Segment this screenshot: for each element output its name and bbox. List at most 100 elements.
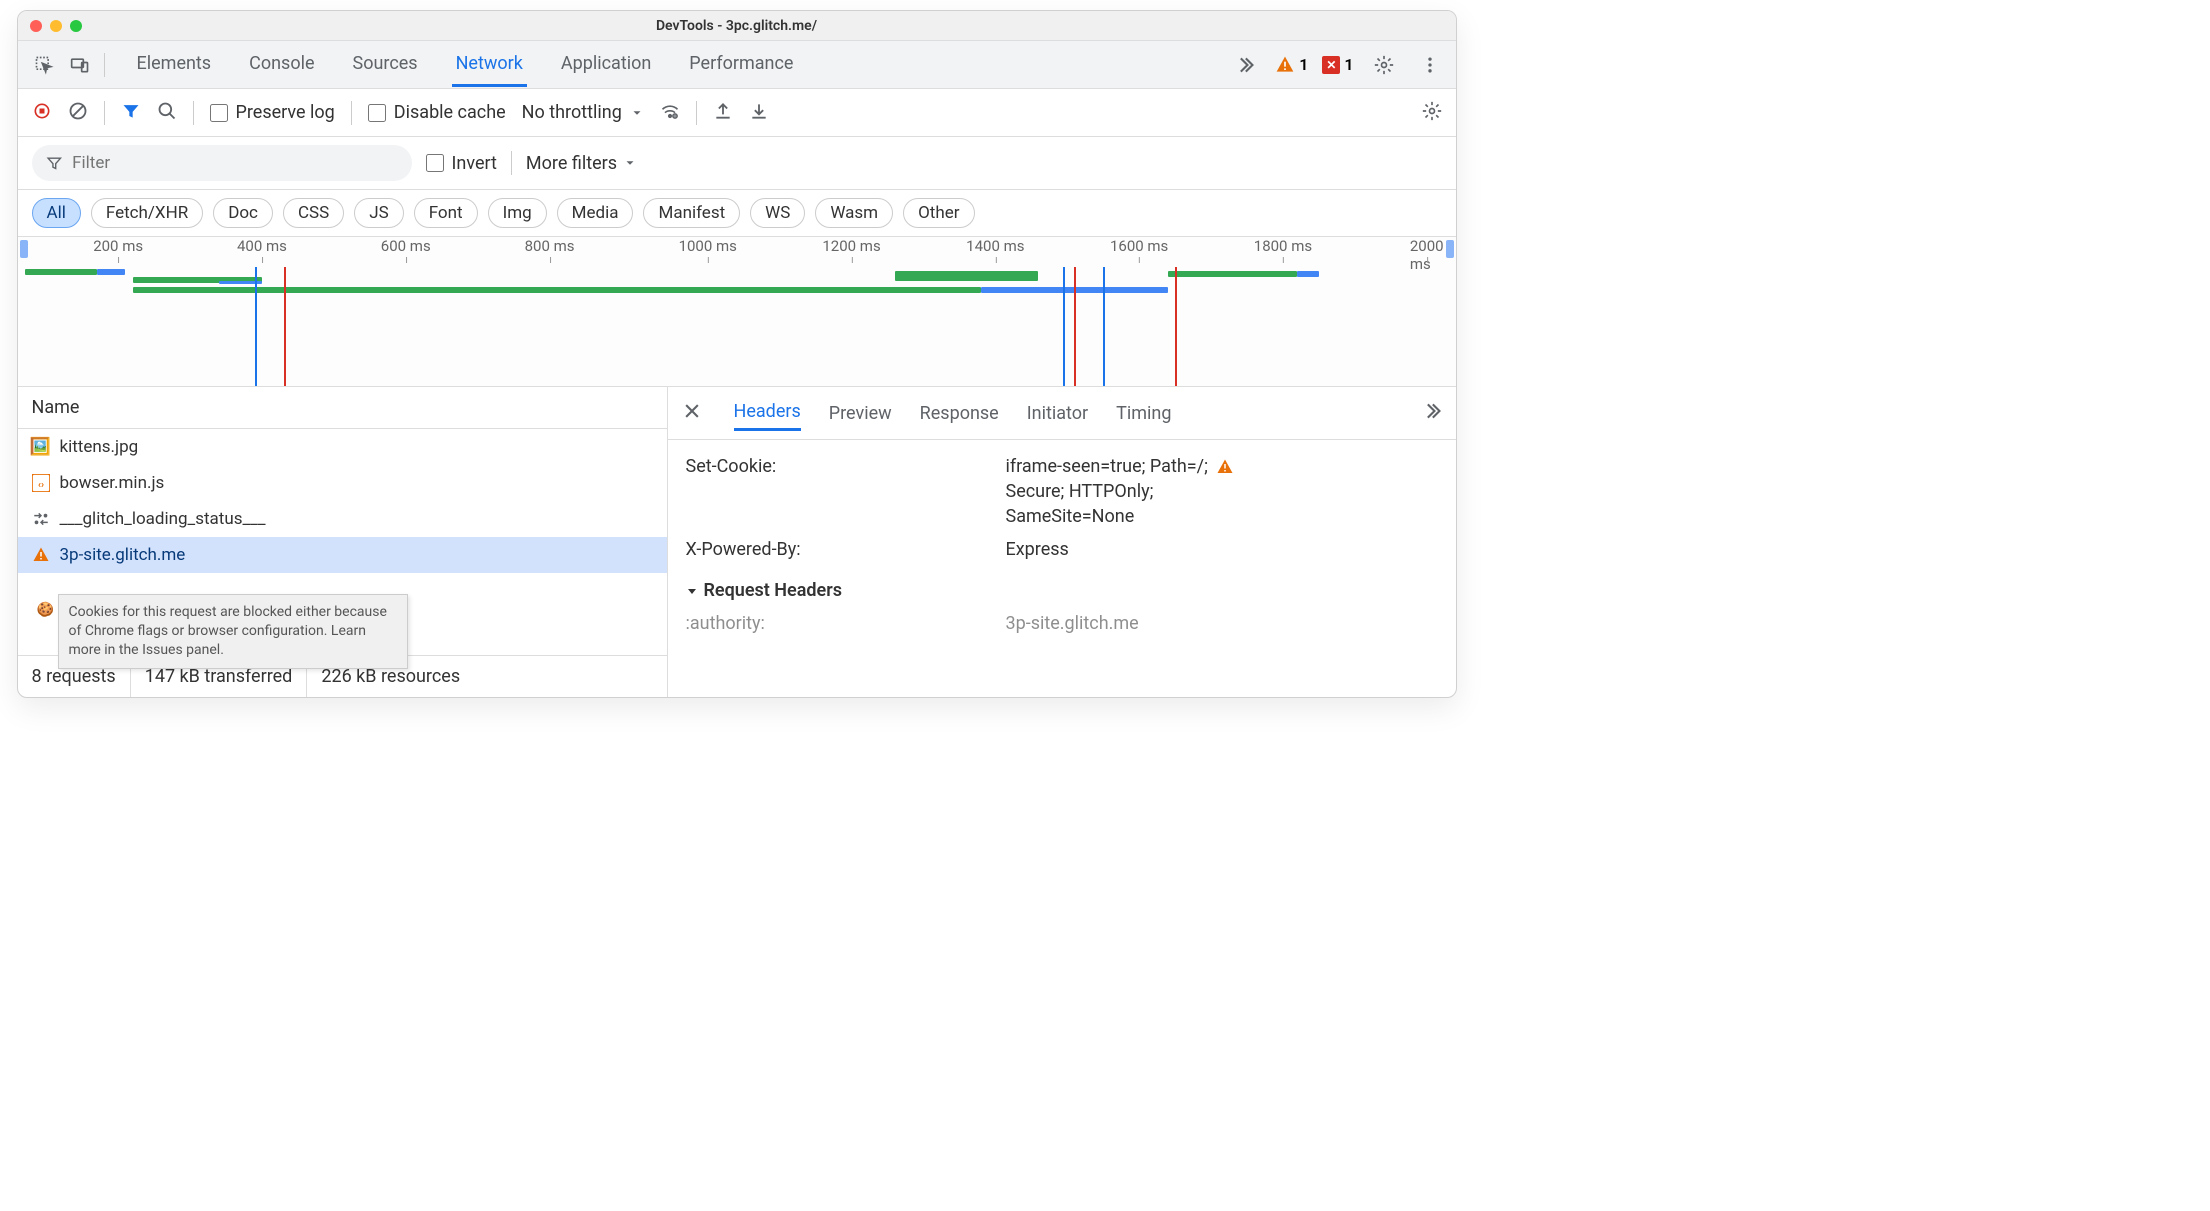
bar [25, 269, 97, 275]
type-media[interactable]: Media [557, 198, 634, 228]
error-badge[interactable]: ✕ 1 [1322, 55, 1353, 74]
clear-button[interactable] [68, 101, 88, 125]
timeline-overview[interactable]: 200 ms 400 ms 600 ms 800 ms 1000 ms 1200… [18, 237, 1456, 387]
bar [97, 269, 126, 275]
domcontentloaded-line [255, 267, 257, 386]
search-icon[interactable] [157, 101, 177, 125]
maximize-window[interactable] [70, 20, 82, 32]
funnel-icon [46, 154, 63, 172]
type-js[interactable]: JS [354, 198, 403, 228]
timeline-ticks: 200 ms 400 ms 600 ms 800 ms 1000 ms 1200… [18, 237, 1456, 261]
detail-tab-timing[interactable]: Timing [1116, 397, 1171, 430]
more-detail-tabs-icon[interactable] [1422, 401, 1442, 426]
type-img[interactable]: Img [488, 198, 547, 228]
type-css[interactable]: CSS [283, 198, 344, 228]
header-key: :authority: [686, 613, 1006, 634]
header-value-line: iframe-seen=true; Path=/; [1006, 456, 1208, 477]
network-conditions-icon[interactable] [660, 101, 680, 125]
request-headers-title[interactable]: Request Headers [686, 580, 1438, 601]
type-fetch[interactable]: Fetch/XHR [91, 198, 203, 228]
tab-console[interactable]: Console [245, 43, 318, 87]
settings-icon[interactable] [1368, 49, 1400, 81]
record-button[interactable] [32, 101, 52, 125]
more-filters-button[interactable]: More filters [526, 153, 637, 174]
type-manifest[interactable]: Manifest [643, 198, 740, 228]
header-value: Express [1006, 539, 1438, 560]
error-count: 1 [1344, 55, 1353, 74]
cookie-icon: 🍪 [37, 601, 54, 620]
request-name: ___glitch_loading_status___ [60, 509, 266, 529]
main-tabbar: Elements Console Sources Network Applica… [18, 41, 1456, 89]
warning-icon[interactable] [1216, 458, 1234, 476]
tick: 1400 ms [966, 237, 1024, 255]
svg-text:‹›: ‹› [37, 480, 43, 491]
timeline-body [18, 267, 1456, 386]
detail-tab-response[interactable]: Response [920, 397, 999, 430]
tab-application[interactable]: Application [557, 43, 655, 87]
tick: 1600 ms [1110, 237, 1168, 255]
request-headers-label: Request Headers [704, 580, 842, 601]
separator [511, 151, 512, 175]
close-detail-icon[interactable] [682, 401, 706, 425]
tab-sources[interactable]: Sources [349, 43, 422, 87]
traffic-lights [30, 20, 82, 32]
detail-tab-headers[interactable]: Headers [734, 395, 801, 431]
cookie-tooltip: 🍪 Cookies for this request are blocked e… [58, 594, 408, 669]
separator [193, 101, 194, 125]
request-list-pane: Name 🖼️ kittens.jpg ‹› bowser.min.js _ [18, 387, 668, 697]
separator [351, 101, 352, 125]
headers-body: Set-Cookie: iframe-seen=true; Path=/; Se… [668, 440, 1456, 697]
request-row[interactable]: ___glitch_loading_status___ [18, 501, 667, 537]
detail-tab-preview[interactable]: Preview [829, 397, 892, 430]
type-other[interactable]: Other [903, 198, 974, 228]
request-row-selected[interactable]: 3p-site.glitch.me [18, 537, 667, 573]
request-row[interactable]: 🖼️ kittens.jpg [18, 429, 667, 465]
load-line [1175, 267, 1177, 386]
download-har-icon[interactable] [749, 101, 769, 125]
preserve-log-input[interactable] [210, 104, 228, 122]
tick: 600 ms [381, 237, 431, 255]
preserve-log-checkbox[interactable]: Preserve log [210, 102, 335, 123]
upload-har-icon[interactable] [713, 101, 733, 125]
request-name: 3p-site.glitch.me [60, 545, 186, 565]
type-all[interactable]: All [32, 198, 81, 228]
more-tabs-icon[interactable] [1229, 49, 1261, 81]
column-header-name[interactable]: Name [18, 387, 667, 429]
inspect-icon[interactable] [28, 49, 60, 81]
tab-network[interactable]: Network [452, 43, 527, 87]
kebab-menu-icon[interactable] [1414, 49, 1446, 81]
throttle-select[interactable]: No throttling [522, 102, 644, 123]
detail-tab-initiator[interactable]: Initiator [1027, 397, 1088, 430]
chevron-down-icon [630, 106, 644, 120]
error-icon: ✕ [1322, 56, 1340, 74]
separator [104, 101, 105, 125]
titlebar: DevTools - 3pc.glitch.me/ [18, 11, 1456, 41]
tab-performance[interactable]: Performance [685, 43, 797, 87]
request-row[interactable]: ‹› bowser.min.js [18, 465, 667, 501]
disable-cache-checkbox[interactable]: Disable cache [368, 102, 506, 123]
type-font[interactable]: Font [414, 198, 478, 228]
warning-icon [32, 546, 50, 564]
request-name: bowser.min.js [60, 473, 165, 493]
header-row-authority: :authority: 3p-site.glitch.me [686, 607, 1438, 640]
disable-cache-input[interactable] [368, 104, 386, 122]
network-settings-icon[interactable] [1422, 101, 1442, 125]
filter-toggle-icon[interactable] [121, 101, 141, 125]
header-row-xpoweredby: X-Powered-By: Express [686, 533, 1438, 566]
filter-input[interactable] [72, 153, 397, 173]
tab-elements[interactable]: Elements [133, 43, 216, 87]
invert-checkbox[interactable]: Invert [426, 153, 497, 174]
filter-input-wrapper[interactable] [32, 145, 412, 181]
close-window[interactable] [30, 20, 42, 32]
header-value-line: SameSite=None [1006, 506, 1135, 527]
minimize-window[interactable] [50, 20, 62, 32]
tick: 1000 ms [679, 237, 737, 255]
type-doc[interactable]: Doc [213, 198, 273, 228]
load-line [284, 267, 286, 386]
device-toggle-icon[interactable] [64, 49, 96, 81]
xhr-icon [32, 510, 50, 528]
type-ws[interactable]: WS [750, 198, 805, 228]
warning-badge[interactable]: 1 [1275, 55, 1308, 75]
type-wasm[interactable]: Wasm [815, 198, 893, 228]
invert-input[interactable] [426, 154, 444, 172]
